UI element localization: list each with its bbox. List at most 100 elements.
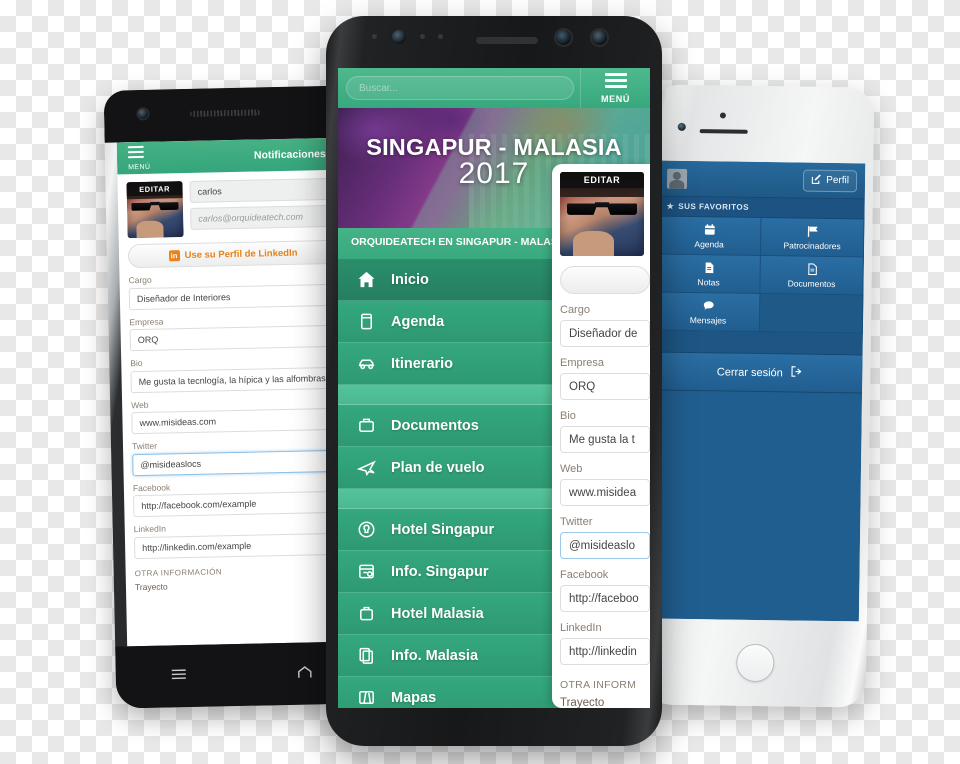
favorite-tile-agenda[interactable]: Agenda (657, 216, 762, 257)
avatar[interactable]: EDITAR (560, 172, 644, 256)
favorite-tile-patrocinadores[interactable]: Patrocinadores (760, 218, 865, 258)
linkedin-icon: in (168, 249, 180, 261)
android-left-screen: MENÚ Notificaciones ▾ EDITAR carl (116, 137, 356, 647)
field-input-linkedin[interactable]: http://linkedin.com/example (133, 532, 345, 559)
nav-label: Plan de vuelo (391, 459, 485, 476)
field-input-bio[interactable]: Me gusta la t (560, 426, 650, 453)
flag-icon (806, 224, 819, 239)
home-button[interactable] (736, 643, 775, 683)
edit-photo-badge[interactable]: EDITAR (560, 172, 644, 188)
field-input-twitter[interactable]: @misideaslo (560, 532, 650, 559)
sensor-dot-icon (420, 34, 425, 39)
edit-photo-badge[interactable]: EDITAR (126, 181, 183, 197)
favorites-header-label: SUS FAVORITOS (678, 201, 750, 212)
android-left-app-header: MENÚ Notificaciones ▾ (116, 137, 346, 175)
center-phone-chassis: Buscar... MENÚ SINGAPUR - MALASIA 2017 O… (326, 16, 662, 746)
nav-label: Info. Malasia (391, 647, 479, 664)
front-camera-icon (677, 122, 686, 131)
nav-label: Hotel Malasia (391, 605, 484, 622)
edit-square-icon (811, 173, 822, 187)
field-input-twitter[interactable]: @misideaslocs (132, 449, 343, 476)
nav-label: Info. Singapur (391, 563, 489, 580)
iphone-screen: Perfil ★ SUS FAVORITOS Agenda Patrocinad… (652, 160, 866, 622)
name-input[interactable]: carlos (189, 177, 337, 203)
earpiece-speaker (699, 129, 748, 134)
field-input-facebook[interactable]: http://facebook.com/example (133, 490, 344, 518)
earpiece-speaker (476, 37, 538, 44)
front-camera-icon (137, 108, 149, 119)
nav-label: Documentos (391, 417, 479, 434)
iris-sensor-icon (556, 30, 571, 45)
front-camera-icon (392, 30, 406, 44)
chat-bubble-icon (702, 299, 715, 314)
android-left-top-bezel (103, 85, 357, 143)
field-input-empresa[interactable]: ORQ (560, 373, 650, 400)
linkedin-import-button[interactable] (560, 266, 650, 294)
avatar[interactable] (666, 168, 688, 189)
center-app-header: Buscar... MENÚ (338, 68, 650, 108)
menu-button-center[interactable]: MENÚ (580, 68, 650, 108)
field-label-facebook: Facebook (560, 569, 609, 581)
recents-icon[interactable] (116, 660, 243, 689)
email-input[interactable]: carlos@orquideatech.com (190, 204, 338, 230)
field-label-bio: Bio (130, 357, 143, 369)
field-label-bio: Bio (560, 410, 576, 422)
nav-label: Itinerario (391, 355, 454, 372)
android-left-profile-form: EDITAR carlos carlos@orquideatech.com in… (117, 170, 354, 592)
field-label-twitter: Twitter (131, 440, 158, 452)
avatar[interactable]: EDITAR (126, 181, 184, 239)
notifications-dropdown[interactable]: Notificaciones ▾ (254, 148, 334, 162)
field-label-cargo: Cargo (128, 274, 152, 286)
notifications-label: Notificaciones (253, 148, 326, 162)
profile-fields-list: Cargo Diseñador de Interiores Empresa OR… (128, 271, 345, 559)
section-item-trayecto[interactable]: Trayecto (560, 697, 650, 708)
linkedin-import-button[interactable]: in Use su Perfil de LinkedIn (127, 239, 339, 269)
favorite-tile-mensajes[interactable]: Mensajes (656, 292, 761, 333)
nav-label: Inicio (391, 271, 429, 288)
sensor-dot-icon (372, 34, 377, 39)
field-input-facebook[interactable]: http://faceboo (560, 585, 650, 612)
sensor-dot-icon (438, 34, 443, 39)
profile-button[interactable]: Perfil (803, 169, 858, 192)
favorite-tile-notas[interactable]: Notas (657, 254, 761, 295)
field-label-linkedin: LinkedIn (133, 523, 166, 535)
center-phone-top-bezel (326, 16, 662, 68)
field-label-twitter: Twitter (560, 516, 593, 528)
section-item-trayecto[interactable]: Trayecto (135, 577, 345, 592)
field-input-empresa[interactable]: ORQ (129, 324, 340, 352)
iphone-chassis: Perfil ★ SUS FAVORITOS Agenda Patrocinad… (643, 84, 875, 708)
section-title-otra-informacion: OTRA INFORMACIÓN (134, 566, 223, 578)
note-icon (702, 261, 715, 276)
profile-header-row: EDITAR carlos carlos@orquideatech.com (126, 177, 338, 239)
favorite-tile-label: Agenda (694, 238, 724, 249)
field-input-web[interactable]: www.misidea (560, 479, 650, 506)
favorite-tile-documentos[interactable]: Documentos (760, 256, 864, 296)
suitcase-icon (357, 604, 376, 623)
field-input-web[interactable]: www.misideas.com (131, 407, 342, 435)
linkedin-button-label: Use su Perfil de LinkedIn (184, 247, 298, 261)
menu-button-left[interactable]: MENÚ (127, 145, 151, 172)
avatar-hand (573, 230, 614, 256)
logout-button[interactable]: Cerrar sesión (656, 352, 863, 394)
field-label-linkedin: LinkedIn (560, 622, 602, 634)
field-label-web: Web (560, 463, 583, 475)
field-input-linkedin[interactable]: http://linkedin (560, 638, 650, 665)
favorite-tile-empty (759, 294, 864, 334)
logout-label: Cerrar sesión (716, 365, 783, 379)
field-input-cargo[interactable]: Diseñador de (560, 320, 650, 347)
field-label-cargo: Cargo (560, 304, 590, 316)
field-label-empresa: Empresa (560, 357, 605, 369)
search-input[interactable]: Buscar... (346, 76, 574, 100)
document-icon (805, 262, 818, 277)
field-input-bio[interactable]: Me gusta la tecnlogía, la hípica y las a… (130, 366, 341, 393)
star-icon: ★ (666, 201, 675, 211)
hamburger-icon (127, 145, 144, 159)
earpiece-speaker (189, 109, 261, 117)
iphone-side-menu-panel: Perfil ★ SUS FAVORITOS Agenda Patrocinad… (652, 160, 866, 622)
favorite-tile-label: Notas (697, 276, 720, 287)
search-area: Buscar... (338, 68, 580, 108)
field-input-cargo[interactable]: Diseñador de Interiores (128, 283, 340, 310)
menu-label: MENÚ (128, 163, 151, 172)
briefcase-icon (357, 416, 376, 435)
menu-label: MENÚ (601, 93, 630, 104)
